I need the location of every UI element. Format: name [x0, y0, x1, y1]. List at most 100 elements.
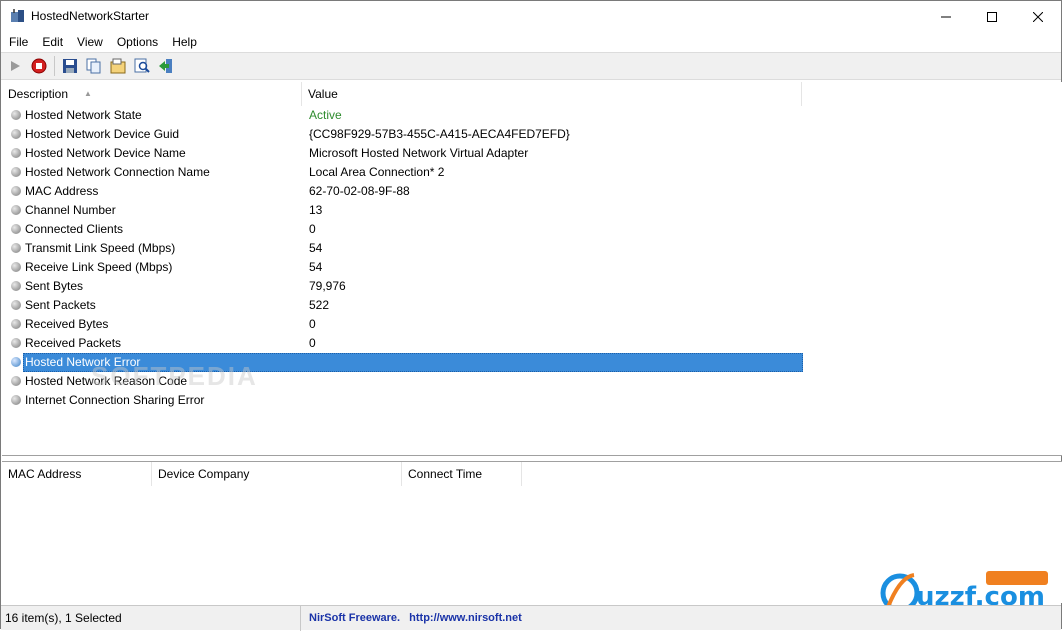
- app-window: HostedNetworkStarter File Edit View Opti…: [0, 0, 1062, 631]
- minimize-icon: [941, 16, 951, 17]
- window-title: HostedNetworkStarter: [31, 9, 150, 23]
- list-row[interactable]: Channel Number 13: [2, 201, 1062, 220]
- menu-bar: File Edit View Options Help: [1, 32, 1061, 52]
- row-value: 522: [309, 298, 330, 312]
- row-description: Received Packets: [25, 336, 122, 350]
- maximize-icon: [987, 11, 997, 22]
- app-icon: [11, 9, 24, 22]
- menu-options[interactable]: Options: [110, 32, 165, 52]
- list-row[interactable]: Received Packets 0: [2, 334, 1062, 353]
- exit-button[interactable]: [155, 55, 177, 77]
- column-mac-address-label: MAC Address: [8, 467, 82, 481]
- row-value: 13: [309, 203, 323, 217]
- row-bullet-icon: [11, 110, 21, 120]
- row-description: Internet Connection Sharing Error: [25, 393, 205, 407]
- toolbar-separator: [54, 56, 55, 76]
- menu-help[interactable]: Help: [165, 32, 204, 52]
- list-row[interactable]: Hosted Network Connection Name Local Area…: [2, 163, 1062, 182]
- row-bullet-icon: [11, 319, 21, 329]
- column-value[interactable]: Value: [302, 82, 802, 106]
- menu-file[interactable]: File: [2, 32, 35, 52]
- start-button[interactable]: [4, 55, 26, 77]
- row-description: Hosted Network State: [25, 108, 142, 122]
- stop-icon: [31, 58, 47, 74]
- save-button[interactable]: [59, 55, 81, 77]
- upper-column-header: Description ▲ Value: [2, 82, 802, 106]
- column-mac-address[interactable]: MAC Address: [2, 462, 152, 486]
- status-item-count: 16 item(s), 1 Selected: [1, 605, 301, 631]
- list-row[interactable]: Sent Packets 522: [2, 296, 1062, 315]
- copy-icon: [86, 58, 101, 74]
- row-bullet-icon: [11, 281, 21, 291]
- row-description: Channel Number: [25, 203, 116, 217]
- row-bullet-icon: [11, 300, 21, 310]
- row-value: Active: [309, 108, 342, 122]
- row-bullet-icon: [11, 167, 21, 177]
- row-value: 54: [309, 260, 323, 274]
- copy-button[interactable]: [83, 55, 105, 77]
- list-row[interactable]: Receive Link Speed (Mbps) 54: [2, 258, 1062, 277]
- list-row[interactable]: Sent Bytes 79,976: [2, 277, 1062, 296]
- vendor-label: NirSoft Freeware.: [309, 611, 401, 624]
- list-row[interactable]: Transmit Link Speed (Mbps) 54: [2, 239, 1062, 258]
- row-description: Sent Packets: [25, 298, 96, 312]
- row-value: {CC98F929-57B3-455C-A415-AECA4FED7EFD}: [309, 127, 570, 141]
- close-icon: [1033, 11, 1043, 22]
- row-value: 0: [309, 336, 316, 350]
- menu-edit[interactable]: Edit: [35, 32, 70, 52]
- row-value: 79,976: [309, 279, 346, 293]
- status-bar: 16 item(s), 1 Selected NirSoft Freeware.…: [1, 605, 1061, 631]
- list-row[interactable]: Received Bytes 0: [2, 315, 1062, 334]
- column-description[interactable]: Description ▲: [2, 82, 302, 106]
- row-bullet-icon: [11, 148, 21, 158]
- list-row[interactable]: Hosted Network Device Name Microsoft Host…: [2, 144, 1062, 163]
- row-value: 0: [309, 222, 316, 236]
- find-icon: [134, 58, 150, 73]
- toolbar: [1, 52, 1061, 80]
- list-row[interactable]: Hosted Network State Active: [2, 106, 1062, 125]
- sort-arrow-icon: ▲: [84, 89, 92, 98]
- row-bullet-icon: [11, 262, 21, 272]
- close-button[interactable]: [1015, 1, 1061, 32]
- row-description: Transmit Link Speed (Mbps): [25, 241, 176, 255]
- row-value: 0: [309, 317, 316, 331]
- list-row[interactable]: Internet Connection Sharing Error: [2, 391, 1062, 410]
- nirsoft-link[interactable]: NirSoft Freeware. http://www.nirsoft.net: [301, 606, 522, 631]
- maximize-button[interactable]: [969, 1, 1015, 32]
- row-bullet-icon: [11, 205, 21, 215]
- row-value: Microsoft Hosted Network Virtual Adapter: [309, 146, 529, 160]
- row-description: Connected Clients: [25, 222, 124, 236]
- row-description: MAC Address: [25, 184, 99, 198]
- column-connect-time[interactable]: Connect Time: [402, 462, 522, 486]
- list-row[interactable]: MAC Address 62-70-02-08-9F-88: [2, 182, 1062, 201]
- properties-button[interactable]: [107, 55, 129, 77]
- list-row[interactable]: Connected Clients 0: [2, 220, 1062, 239]
- row-value: Local Area Connection* 2: [309, 165, 445, 179]
- row-description: Receive Link Speed (Mbps): [25, 260, 173, 274]
- properties-icon: [110, 58, 126, 74]
- row-value: 62-70-02-08-9F-88: [309, 184, 410, 198]
- column-value-label: Value: [308, 87, 338, 101]
- column-device-company-label: Device Company: [158, 467, 250, 481]
- row-bullet-icon: [11, 224, 21, 234]
- watermark: SOFTPEDIA: [91, 361, 258, 391]
- hosted-network-info-list[interactable]: Description ▲ Value Hosted Network State…: [2, 82, 1062, 456]
- title-bar: HostedNetworkStarter: [1, 1, 1061, 32]
- start-icon: [11, 61, 20, 71]
- find-button[interactable]: [131, 55, 153, 77]
- row-bullet-icon: [11, 357, 21, 367]
- row-description: Received Bytes: [25, 317, 109, 331]
- menu-view[interactable]: View: [70, 32, 110, 52]
- exit-icon: [159, 59, 172, 73]
- row-bullet-icon: [11, 338, 21, 348]
- list-row[interactable]: Hosted Network Device Guid {CC98F929-57B3…: [2, 125, 1062, 144]
- lower-column-header: MAC Address Device Company Connect Time: [2, 462, 522, 486]
- row-description: Sent Bytes: [25, 279, 84, 293]
- minimize-button[interactable]: [923, 1, 969, 32]
- column-device-company[interactable]: Device Company: [152, 462, 402, 486]
- row-description: Hosted Network Device Guid: [25, 127, 180, 141]
- column-description-label: Description: [8, 87, 69, 101]
- row-value: 54: [309, 241, 323, 255]
- row-bullet-icon: [11, 129, 21, 139]
- stop-button[interactable]: [28, 55, 50, 77]
